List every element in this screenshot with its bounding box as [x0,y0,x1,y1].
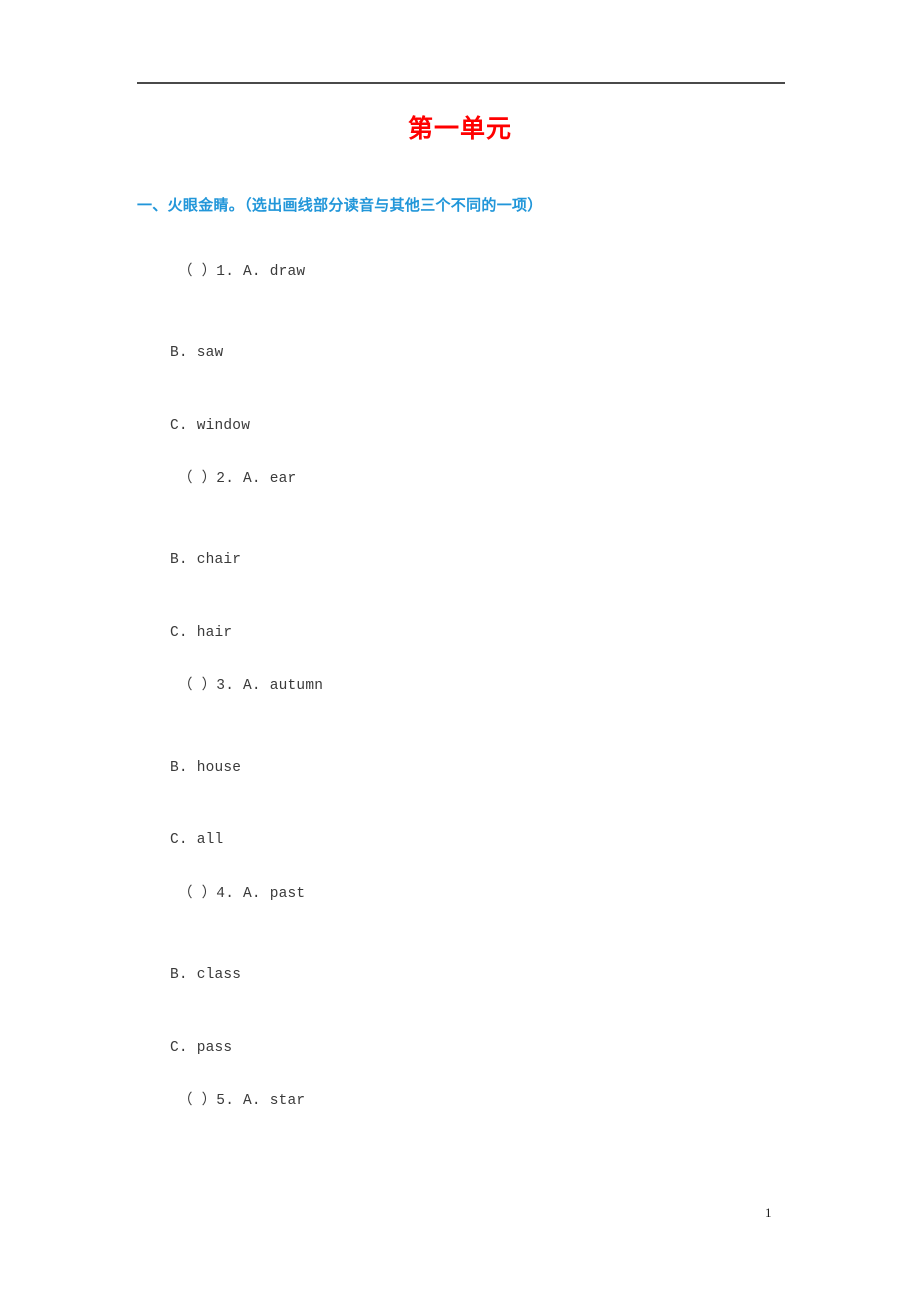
header-divider-rule [137,82,785,84]
question-3-option-c: C. all [170,832,224,848]
section-heading-one: 一、火眼金睛。（选出画线部分读音与其他三个不同的一项） [137,197,543,214]
question-4-option-b: B. class [170,967,242,983]
question-stem-4: （ ）4. A. past [178,886,306,902]
question-3-option-b: B. house [170,760,242,776]
question-stem-3: （ ）3. A. autumn [178,678,324,694]
question-stem-5: （ ）5. A. star [178,1093,306,1109]
question-1-option-c: C. window [170,418,251,434]
question-2-option-b: B. chair [170,552,242,568]
question-1-option-b: B. saw [170,345,224,361]
page-title: 第一单元 [407,116,512,143]
question-stem-1: （ ）1. A. draw [178,264,306,280]
question-stem-2: （ ）2. A. ear [178,471,297,487]
question-4-option-c: C. pass [170,1040,233,1056]
page-number: 1 [765,1205,772,1220]
document-page: 第一单元 一、火眼金睛。（选出画线部分读音与其他三个不同的一项） （ ）1. A… [0,0,920,1302]
question-2-option-c: C. hair [170,625,233,641]
